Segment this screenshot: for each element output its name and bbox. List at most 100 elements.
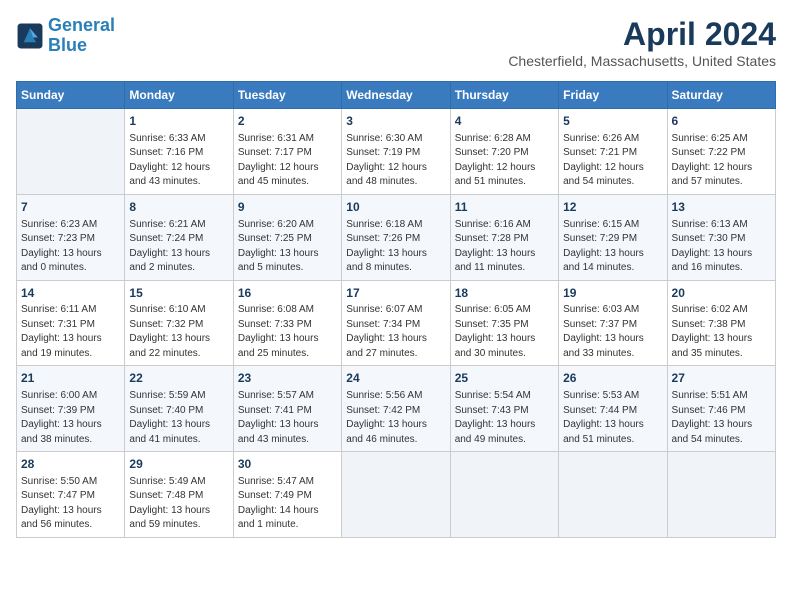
day-number: 4 <box>455 113 554 130</box>
calendar-table: SundayMondayTuesdayWednesdayThursdayFrid… <box>16 81 776 538</box>
day-number: 24 <box>346 370 445 387</box>
day-info: Sunrise: 6:30 AM Sunset: 7:19 PM Dayligh… <box>346 132 445 190</box>
day-info: Sunrise: 6:28 AM Sunset: 7:20 PM Dayligh… <box>455 132 554 190</box>
day-number: 18 <box>455 285 554 302</box>
calendar-cell: 23 Sunrise: 5:57 AM Sunset: 7:41 PM Dayli… <box>233 366 341 452</box>
calendar-cell <box>559 452 667 538</box>
weekday-header-row: SundayMondayTuesdayWednesdayThursdayFrid… <box>17 82 776 109</box>
calendar-cell: 13 Sunrise: 6:13 AM Sunset: 7:30 PM Dayli… <box>667 194 775 280</box>
logo-text: General Blue <box>48 16 115 56</box>
calendar-cell: 29Sunrise: 5:49 AM Sunset: 7:48 PM Dayli… <box>125 452 233 538</box>
day-info: Sunrise: 5:53 AM Sunset: 7:44 PM Dayligh… <box>563 389 662 447</box>
calendar-cell: 17Sunrise: 6:07 AM Sunset: 7:34 PM Dayli… <box>342 280 450 366</box>
calendar-cell: 19Sunrise: 6:03 AM Sunset: 7:37 PM Dayli… <box>559 280 667 366</box>
calendar-cell: 21Sunrise: 6:00 AM Sunset: 7:39 PM Dayli… <box>17 366 125 452</box>
day-info: Sunrise: 6:16 AM Sunset: 7:28 PM Dayligh… <box>455 218 554 276</box>
weekday-header: Sunday <box>17 82 125 109</box>
weekday-header: Saturday <box>667 82 775 109</box>
day-number: 3 <box>346 113 445 130</box>
month-title: April 2024 <box>508 16 776 53</box>
calendar-cell: 28Sunrise: 5:50 AM Sunset: 7:47 PM Dayli… <box>17 452 125 538</box>
calendar-week-row: 28Sunrise: 5:50 AM Sunset: 7:47 PM Dayli… <box>17 452 776 538</box>
day-number: 16 <box>238 285 337 302</box>
day-info: Sunrise: 6:02 AM Sunset: 7:38 PM Dayligh… <box>672 303 771 361</box>
day-info: Sunrise: 6:18 AM Sunset: 7:26 PM Dayligh… <box>346 218 445 276</box>
day-info: Sunrise: 6:07 AM Sunset: 7:34 PM Dayligh… <box>346 303 445 361</box>
calendar-cell: 25 Sunrise: 5:54 AM Sunset: 7:43 PM Dayli… <box>450 366 558 452</box>
day-number: 25 <box>455 370 554 387</box>
location: Chesterfield, Massachusetts, United Stat… <box>508 53 776 69</box>
day-info: Sunrise: 6:13 AM Sunset: 7:30 PM Dayligh… <box>672 218 771 276</box>
day-number: 7 <box>21 199 120 216</box>
weekday-header: Friday <box>559 82 667 109</box>
day-number: 19 <box>563 285 662 302</box>
day-info: Sunrise: 5:57 AM Sunset: 7:41 PM Dayligh… <box>238 389 337 447</box>
calendar-cell: 14Sunrise: 6:11 AM Sunset: 7:31 PM Dayli… <box>17 280 125 366</box>
calendar-cell: 6 Sunrise: 6:25 AM Sunset: 7:22 PM Daylig… <box>667 109 775 195</box>
day-info: Sunrise: 6:15 AM Sunset: 7:29 PM Dayligh… <box>563 218 662 276</box>
calendar-week-row: 21Sunrise: 6:00 AM Sunset: 7:39 PM Dayli… <box>17 366 776 452</box>
day-info: Sunrise: 6:26 AM Sunset: 7:21 PM Dayligh… <box>563 132 662 190</box>
day-number: 2 <box>238 113 337 130</box>
day-number: 26 <box>563 370 662 387</box>
day-info: Sunrise: 6:10 AM Sunset: 7:32 PM Dayligh… <box>129 303 228 361</box>
calendar-cell: 30 Sunrise: 5:47 AM Sunset: 7:49 PM Dayli… <box>233 452 341 538</box>
calendar-cell: 5 Sunrise: 6:26 AM Sunset: 7:21 PM Daylig… <box>559 109 667 195</box>
day-info: Sunrise: 6:03 AM Sunset: 7:37 PM Dayligh… <box>563 303 662 361</box>
calendar-cell: 11 Sunrise: 6:16 AM Sunset: 7:28 PM Dayli… <box>450 194 558 280</box>
day-info: Sunrise: 5:59 AM Sunset: 7:40 PM Dayligh… <box>129 389 228 447</box>
day-info: Sunrise: 6:25 AM Sunset: 7:22 PM Dayligh… <box>672 132 771 190</box>
weekday-header: Thursday <box>450 82 558 109</box>
day-number: 8 <box>129 199 228 216</box>
day-number: 22 <box>129 370 228 387</box>
calendar-cell: 9Sunrise: 6:20 AM Sunset: 7:25 PM Daylig… <box>233 194 341 280</box>
calendar-cell: 3 Sunrise: 6:30 AM Sunset: 7:19 PM Daylig… <box>342 109 450 195</box>
day-number: 12 <box>563 199 662 216</box>
logo-icon <box>16 22 44 50</box>
weekday-header: Monday <box>125 82 233 109</box>
day-info: Sunrise: 5:51 AM Sunset: 7:46 PM Dayligh… <box>672 389 771 447</box>
calendar-cell: 10 Sunrise: 6:18 AM Sunset: 7:26 PM Dayli… <box>342 194 450 280</box>
day-number: 27 <box>672 370 771 387</box>
calendar-week-row: 14Sunrise: 6:11 AM Sunset: 7:31 PM Dayli… <box>17 280 776 366</box>
weekday-header: Tuesday <box>233 82 341 109</box>
day-number: 5 <box>563 113 662 130</box>
logo: General Blue <box>16 16 115 56</box>
day-info: Sunrise: 6:11 AM Sunset: 7:31 PM Dayligh… <box>21 303 120 361</box>
day-info: Sunrise: 6:21 AM Sunset: 7:24 PM Dayligh… <box>129 218 228 276</box>
page-header: General Blue April 2024 Chesterfield, Ma… <box>16 16 776 69</box>
calendar-cell: 8 Sunrise: 6:21 AM Sunset: 7:24 PM Daylig… <box>125 194 233 280</box>
day-info: Sunrise: 6:20 AM Sunset: 7:25 PM Dayligh… <box>238 218 337 276</box>
calendar-cell <box>667 452 775 538</box>
day-info: Sunrise: 6:08 AM Sunset: 7:33 PM Dayligh… <box>238 303 337 361</box>
day-number: 10 <box>346 199 445 216</box>
calendar-cell: 16Sunrise: 6:08 AM Sunset: 7:33 PM Dayli… <box>233 280 341 366</box>
day-number: 23 <box>238 370 337 387</box>
day-info: Sunrise: 6:33 AM Sunset: 7:16 PM Dayligh… <box>129 132 228 190</box>
day-number: 29 <box>129 456 228 473</box>
day-number: 15 <box>129 285 228 302</box>
day-number: 6 <box>672 113 771 130</box>
day-number: 20 <box>672 285 771 302</box>
weekday-header: Wednesday <box>342 82 450 109</box>
day-number: 11 <box>455 199 554 216</box>
calendar-cell: 27 Sunrise: 5:51 AM Sunset: 7:46 PM Dayli… <box>667 366 775 452</box>
calendar-week-row: 7Sunrise: 6:23 AM Sunset: 7:23 PM Daylig… <box>17 194 776 280</box>
calendar-cell: 22 Sunrise: 5:59 AM Sunset: 7:40 PM Dayli… <box>125 366 233 452</box>
day-number: 30 <box>238 456 337 473</box>
day-info: Sunrise: 5:50 AM Sunset: 7:47 PM Dayligh… <box>21 475 120 533</box>
day-number: 14 <box>21 285 120 302</box>
calendar-cell: 7Sunrise: 6:23 AM Sunset: 7:23 PM Daylig… <box>17 194 125 280</box>
day-number: 17 <box>346 285 445 302</box>
day-info: Sunrise: 5:54 AM Sunset: 7:43 PM Dayligh… <box>455 389 554 447</box>
day-info: Sunrise: 5:47 AM Sunset: 7:49 PM Dayligh… <box>238 475 337 533</box>
calendar-cell <box>450 452 558 538</box>
calendar-cell: 1Sunrise: 6:33 AM Sunset: 7:16 PM Daylig… <box>125 109 233 195</box>
calendar-cell <box>342 452 450 538</box>
day-number: 13 <box>672 199 771 216</box>
calendar-cell: 20Sunrise: 6:02 AM Sunset: 7:38 PM Dayli… <box>667 280 775 366</box>
calendar-cell: 4 Sunrise: 6:28 AM Sunset: 7:20 PM Daylig… <box>450 109 558 195</box>
calendar-cell: 26 Sunrise: 5:53 AM Sunset: 7:44 PM Dayli… <box>559 366 667 452</box>
title-block: April 2024 Chesterfield, Massachusetts, … <box>508 16 776 69</box>
calendar-cell: 12 Sunrise: 6:15 AM Sunset: 7:29 PM Dayli… <box>559 194 667 280</box>
